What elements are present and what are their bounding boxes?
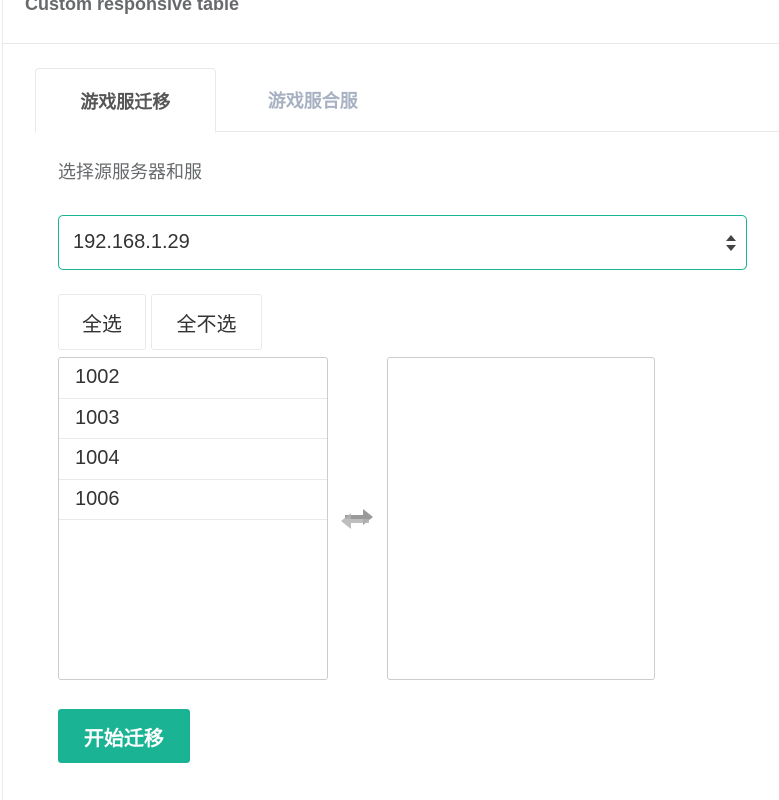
panel-title: Custom responsive table [25,0,240,14]
list-item[interactable]: 1004 [59,439,327,480]
list-item[interactable]: 1006 [59,480,327,520]
swap-arrows-icon[interactable] [339,506,375,532]
select-updown-icon [726,235,736,251]
source-server-label: 选择源服务器和服 [58,162,202,183]
panel-heading: Custom responsive table [3,0,779,44]
list-item[interactable]: 1002 [59,358,327,399]
server-select-value: 192.168.1.29 [73,231,190,253]
start-migration-button[interactable]: 开始迁移 [58,709,190,763]
select-none-button[interactable]: 全不选 [151,294,262,350]
tab-server-migration[interactable]: 游戏服迁移 [35,68,216,133]
tab-bar: 游戏服迁移 游戏服合服 [35,68,779,133]
select-all-button[interactable]: 全选 [58,294,146,350]
list-item[interactable]: 1003 [59,399,327,439]
server-select[interactable]: 192.168.1.29 [58,215,747,270]
available-servers-list[interactable]: 1002 1003 1004 1006 [58,357,328,680]
selected-servers-list[interactable] [387,357,655,680]
tab-server-merge[interactable]: 游戏服合服 [233,68,393,132]
